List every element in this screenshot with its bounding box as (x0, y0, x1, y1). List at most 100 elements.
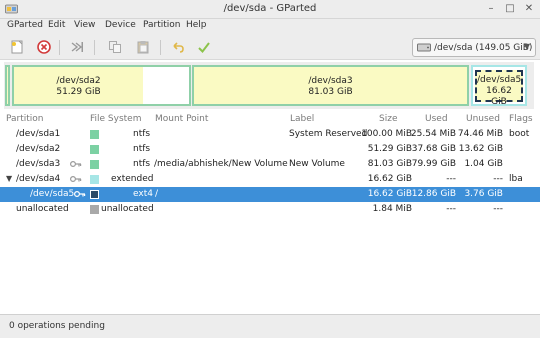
filesystem-cell: ntfs (133, 144, 151, 154)
filesystem-cell: extended (111, 174, 154, 184)
mounted-key-icon (70, 176, 82, 182)
unused-cell: 3.76 GiB (464, 189, 503, 199)
unused-cell: 1.04 GiB (464, 159, 503, 169)
status-bar: 0 operations pending (0, 314, 540, 338)
unused-cell: --- (493, 204, 503, 214)
menu-edit[interactable]: Edit (46, 20, 67, 30)
filesystem-color-swatch (90, 205, 99, 214)
filesystem-cell: ntfs (133, 129, 151, 139)
device-selector[interactable]: /dev/sda (149.05 GiB) ▼ (412, 38, 536, 57)
column-unused[interactable]: Unused (466, 114, 500, 124)
used-cell: --- (446, 174, 456, 184)
disk-map-sda1[interactable] (5, 65, 10, 106)
mount-point-cell: /media/abhishek/New Volume (154, 159, 288, 169)
flags-cell: boot (509, 129, 530, 139)
size-cell: 51.29 GiB (367, 144, 412, 154)
column-filesystem[interactable]: File System (90, 114, 141, 124)
filesystem-cell: unallocated (101, 204, 154, 214)
table-row[interactable]: /dev/sda2 ntfs 51.29 GiB 37.68 GiB 13.62… (0, 142, 540, 157)
unused-cell: --- (493, 174, 503, 184)
size-cell: 1.84 MiB (372, 204, 412, 214)
toolbar-separator (160, 40, 161, 55)
column-mount-point[interactable]: Mount Point (155, 114, 208, 124)
column-used[interactable]: Used (425, 114, 448, 124)
title-bar: /dev/sda - GParted – □ ✕ (0, 0, 540, 19)
disk-map-sda2-size: 51.29 GiB (56, 87, 101, 97)
disk-map-sda2-name: /dev/sda2 (56, 76, 101, 86)
hard-disk-icon (417, 43, 431, 52)
toolbar-separator (94, 40, 95, 55)
disk-map-sda3-size: 81.03 GiB (308, 87, 353, 97)
disk-graphic: /dev/sda2 51.29 GiB /dev/sda3 81.03 GiB … (4, 62, 534, 109)
table-row-selected[interactable]: /dev/sda5 ext4 / 16.62 GiB 12.86 GiB 3.7… (0, 187, 540, 202)
used-cell: --- (446, 204, 456, 214)
table-row[interactable]: ▼ /dev/sda4 extended 16.62 GiB --- --- l… (0, 172, 540, 187)
filesystem-cell: ext4 (133, 189, 153, 199)
menu-bar: GParted Edit View Device Partition Help (0, 19, 540, 34)
disk-map-sda2[interactable]: /dev/sda2 51.29 GiB (12, 65, 191, 106)
window-title: /dev/sda - GParted (223, 3, 317, 14)
new-partition-icon[interactable] (8, 38, 26, 56)
filesystem-cell: ntfs (133, 159, 151, 169)
column-partition[interactable]: Partition (6, 114, 44, 124)
partition-cell: /dev/sda5 (30, 189, 75, 199)
chevron-down-icon: ▼ (523, 42, 530, 51)
disk-map-sda3[interactable]: /dev/sda3 81.03 GiB (192, 65, 469, 106)
maximize-icon[interactable]: □ (503, 2, 517, 16)
partition-cell: unallocated (16, 204, 69, 214)
menu-view[interactable]: View (72, 20, 97, 30)
menu-partition[interactable]: Partition (141, 20, 183, 30)
undo-icon[interactable] (169, 38, 187, 56)
close-icon[interactable]: ✕ (522, 2, 536, 16)
used-cell: 12.86 GiB (411, 189, 456, 199)
resize-move-icon[interactable] (68, 38, 86, 56)
filesystem-color-swatch (90, 160, 99, 169)
table-row[interactable]: /dev/sda1 ntfs System Reserved 100.00 Mi… (0, 127, 540, 142)
menu-help[interactable]: Help (184, 20, 209, 30)
mounted-key-icon (74, 191, 86, 197)
used-cell: 25.54 MiB (410, 129, 456, 139)
used-cell: 79.99 GiB (411, 159, 456, 169)
unused-cell: 74.46 MiB (457, 129, 503, 139)
label-cell: New Volume (289, 159, 345, 169)
toolbar: /dev/sda (149.05 GiB) ▼ (0, 34, 540, 60)
column-label[interactable]: Label (290, 114, 314, 124)
menu-device[interactable]: Device (103, 20, 138, 30)
minimize-icon[interactable]: – (484, 2, 498, 16)
delete-icon[interactable] (35, 38, 53, 56)
paste-icon[interactable] (134, 38, 152, 56)
table-row[interactable]: unallocated unallocated 1.84 MiB --- --- (0, 202, 540, 217)
label-cell: System Reserved (289, 129, 368, 139)
disk-map-sda3-name: /dev/sda3 (308, 76, 353, 86)
mounted-key-icon (70, 161, 82, 167)
column-flags[interactable]: Flags (509, 114, 533, 124)
filesystem-color-swatch (90, 190, 99, 199)
used-cell: 37.68 GiB (411, 144, 456, 154)
toolbar-separator (59, 40, 60, 55)
size-cell: 16.62 GiB (367, 189, 412, 199)
device-selector-label: /dev/sda (149.05 GiB) (434, 42, 533, 53)
apply-icon[interactable] (195, 38, 213, 56)
size-cell: 16.62 GiB (367, 174, 412, 184)
table-row[interactable]: /dev/sda3 ntfs /media/abhishek/New Volum… (0, 157, 540, 172)
partition-cell: /dev/sda2 (16, 144, 61, 154)
expander-down-icon[interactable]: ▼ (6, 174, 12, 183)
partition-cell: /dev/sda1 (16, 129, 61, 139)
mount-point-cell: / (155, 189, 159, 199)
disk-map-sda5[interactable]: /dev/sda5 16.62 GiB (475, 70, 523, 107)
disk-map-sda5-size: 16.62 GiB (486, 86, 512, 107)
size-cell: 81.03 GiB (367, 159, 412, 169)
unused-cell: 13.62 GiB (458, 144, 503, 154)
disk-map-sda4-extended[interactable]: /dev/sda5 16.62 GiB (471, 65, 527, 107)
partition-cell: /dev/sda4 (16, 174, 61, 184)
disk-map-sda5-name: /dev/sda5 (477, 75, 522, 85)
flags-cell: lba (509, 174, 523, 184)
filesystem-color-swatch (90, 175, 99, 184)
copy-icon[interactable] (106, 38, 124, 56)
column-size[interactable]: Size (379, 114, 397, 124)
filesystem-color-swatch (90, 145, 99, 154)
filesystem-color-swatch (90, 130, 99, 139)
menu-gparted[interactable]: GParted (5, 20, 45, 30)
operations-pending-text: 0 operations pending (9, 321, 105, 331)
partition-table-header: Partition File System Mount Point Label … (0, 113, 540, 126)
